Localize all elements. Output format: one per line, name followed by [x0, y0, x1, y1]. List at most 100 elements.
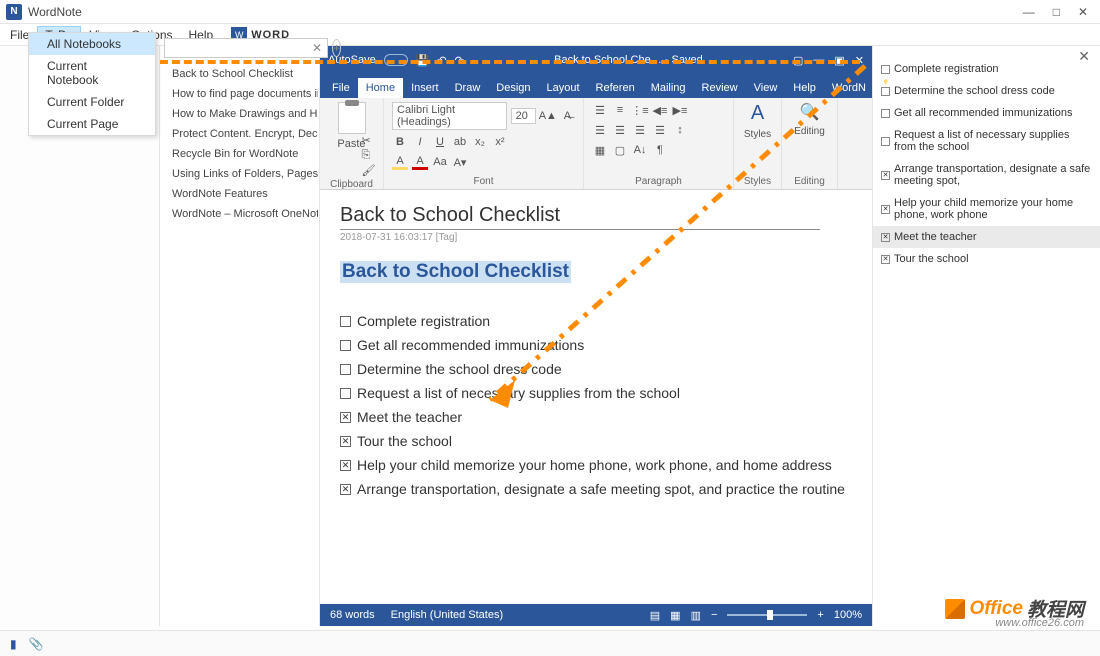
attach-icon[interactable]: 📎: [29, 637, 44, 651]
underline-icon[interactable]: U: [432, 134, 448, 150]
align-right-icon[interactable]: ☰: [632, 122, 648, 138]
clear-format-icon[interactable]: A̶: [560, 108, 575, 124]
sort-icon[interactable]: A↓: [632, 142, 648, 158]
word-restore-icon[interactable]: ▣: [834, 54, 844, 67]
tab-wordnote[interactable]: WordN: [824, 78, 874, 98]
tab-view[interactable]: View: [746, 78, 786, 98]
page-item[interactable]: Back to School Checklist: [164, 64, 318, 84]
page-item[interactable]: Recycle Bin for WordNote: [164, 144, 318, 164]
checkbox-icon[interactable]: ✕: [340, 484, 351, 495]
page-item[interactable]: How to Make Drawings and Handwritin: [164, 104, 318, 124]
search-clear-icon[interactable]: ✕: [312, 41, 322, 55]
view-read-icon[interactable]: ▤: [650, 609, 660, 622]
minimize-button[interactable]: —: [1023, 5, 1035, 19]
autosave-toggle[interactable]: [384, 54, 408, 66]
paste-icon[interactable]: [338, 102, 366, 134]
undo-icon[interactable]: ↶: [437, 54, 446, 67]
line-spacing-icon[interactable]: ↕: [672, 122, 688, 138]
checkbox-icon[interactable]: [340, 388, 351, 399]
strike-icon[interactable]: ab: [452, 134, 468, 150]
checklist-item[interactable]: Complete registration: [340, 313, 852, 329]
page-item[interactable]: How to find page documents in WordN: [164, 84, 318, 104]
borders-icon[interactable]: ▢: [612, 142, 628, 158]
checklist-item[interactable]: Get all recommended immunizations: [340, 337, 852, 353]
page-item[interactable]: Using Links of Folders, Pages, and Pa: [164, 164, 318, 184]
copy-icon[interactable]: ⎘: [362, 149, 376, 162]
page-item[interactable]: Protect Content. Encrypt, Decrypt, W: [164, 124, 318, 144]
view-web-icon[interactable]: ▥: [691, 609, 701, 622]
cut-icon[interactable]: ✂: [362, 134, 376, 147]
task-result-item[interactable]: Get all recommended immunizations: [873, 102, 1100, 124]
task-result-item[interactable]: ✕Help your child memorize your home phon…: [873, 192, 1100, 226]
close-button[interactable]: ✕: [1078, 5, 1088, 19]
change-case-icon[interactable]: Aa: [432, 154, 448, 170]
task-result-item[interactable]: Complete registration: [873, 58, 1100, 80]
page-item[interactable]: WordNote – Microsoft OneNote Alterr: [164, 204, 318, 224]
grow-font-icon[interactable]: A▲: [540, 108, 556, 124]
word-ribbon-options-icon[interactable]: ▢: [793, 54, 803, 67]
tab-mailings[interactable]: Mailing: [643, 78, 694, 98]
word-minimize-icon[interactable]: —: [813, 54, 824, 67]
tab-layout[interactable]: Layout: [539, 78, 588, 98]
notebook-icon[interactable]: ▮: [10, 637, 17, 651]
checklist-item[interactable]: ✕Help your child memorize your home phon…: [340, 457, 852, 473]
find-icon[interactable]: 🔍: [800, 102, 820, 122]
checkbox-icon[interactable]: [340, 364, 351, 375]
checkbox-icon[interactable]: ✕: [340, 460, 351, 471]
tab-draw[interactable]: Draw: [447, 78, 489, 98]
maximize-button[interactable]: □: [1053, 5, 1060, 19]
checklist-item[interactable]: ✕Arrange transportation, designate a saf…: [340, 481, 852, 497]
redo-icon[interactable]: ↷: [455, 54, 464, 67]
bold-icon[interactable]: B: [392, 134, 408, 150]
styles-icon[interactable]: A: [751, 102, 764, 125]
checklist-item[interactable]: Determine the school dress code: [340, 361, 852, 377]
justify-icon[interactable]: ☰: [652, 122, 668, 138]
task-result-item[interactable]: ✕Meet the teacher: [873, 226, 1100, 248]
tab-help[interactable]: Help: [785, 78, 824, 98]
tab-references[interactable]: Referen: [588, 78, 643, 98]
show-marks-icon[interactable]: ¶: [652, 142, 668, 158]
zoom-out-icon[interactable]: −: [711, 609, 717, 621]
increase-indent-icon[interactable]: ▶≡: [672, 102, 688, 118]
task-result-item[interactable]: Determine the school dress code: [873, 80, 1100, 102]
add-page-icon[interactable]: +: [332, 39, 341, 57]
checkbox-icon[interactable]: [340, 316, 351, 327]
dropdown-current-page[interactable]: Current Page: [29, 113, 155, 135]
tab-home[interactable]: Home: [358, 78, 403, 98]
page-item[interactable]: WordNote Features: [164, 184, 318, 204]
subscript-icon[interactable]: x₂: [472, 134, 488, 150]
shrink-font-icon[interactable]: A▾: [452, 154, 468, 170]
checklist-item[interactable]: ✕Tour the school: [340, 433, 852, 449]
task-result-item[interactable]: Request a list of necessary supplies fro…: [873, 124, 1100, 158]
language-status[interactable]: English (United States): [391, 609, 504, 621]
dropdown-all-notebooks[interactable]: All Notebooks: [29, 33, 155, 55]
zoom-in-icon[interactable]: +: [817, 609, 823, 621]
dropdown-current-notebook[interactable]: Current Notebook: [29, 55, 155, 91]
zoom-slider[interactable]: [727, 614, 807, 616]
save-icon[interactable]: 💾: [416, 54, 430, 67]
font-size-select[interactable]: 20: [511, 108, 536, 124]
font-color-icon[interactable]: A: [412, 154, 428, 170]
superscript-icon[interactable]: x²: [492, 134, 508, 150]
tab-file[interactable]: File: [324, 78, 358, 98]
decrease-indent-icon[interactable]: ◀≡: [652, 102, 668, 118]
checkbox-icon[interactable]: ✕: [340, 436, 351, 447]
text-highlight-icon[interactable]: A: [392, 154, 408, 170]
checkbox-icon[interactable]: ✕: [340, 412, 351, 423]
doc-title[interactable]: Back to School Checklist: [340, 204, 820, 230]
checkbox-icon[interactable]: [340, 340, 351, 351]
word-count[interactable]: 68 words: [330, 609, 375, 621]
align-left-icon[interactable]: ☰: [592, 122, 608, 138]
task-result-item[interactable]: ✕Arrange transportation, designate a saf…: [873, 158, 1100, 192]
numbering-icon[interactable]: ≡: [612, 102, 628, 118]
view-print-icon[interactable]: ▦: [670, 609, 680, 622]
search-input[interactable]: [164, 38, 328, 58]
shading-icon[interactable]: ▦: [592, 142, 608, 158]
font-name-select[interactable]: Calibri Light (Headings): [392, 102, 507, 130]
italic-icon[interactable]: I: [412, 134, 428, 150]
checklist-item[interactable]: ✕Meet the teacher: [340, 409, 852, 425]
document-canvas[interactable]: Back to School Checklist 2018-07-31 16:0…: [320, 190, 872, 604]
tab-insert[interactable]: Insert: [403, 78, 447, 98]
word-close-icon[interactable]: ✕: [855, 54, 864, 67]
tab-review[interactable]: Review: [694, 78, 746, 98]
